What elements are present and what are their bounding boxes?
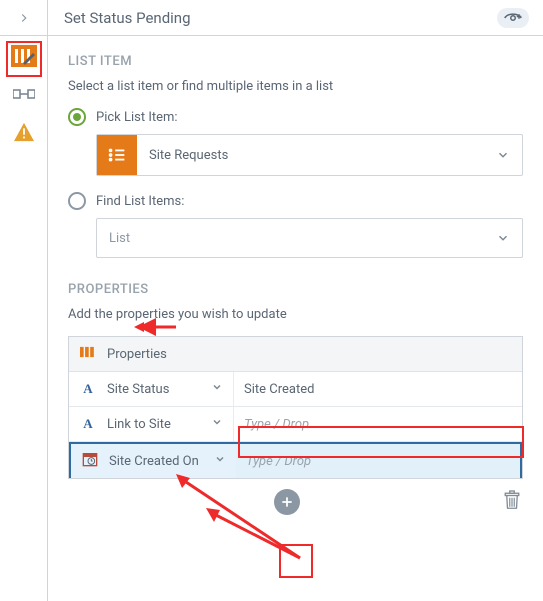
property-placeholder: Type / Drop (244, 417, 512, 432)
property-name-select[interactable]: Site Created On (71, 444, 236, 478)
property-name: Link to Site (107, 417, 201, 432)
list-select-placeholder: List (109, 231, 484, 246)
property-value: Site Created (244, 382, 512, 397)
delete-property-button[interactable] (503, 490, 521, 514)
property-row: Site Created On Type / Drop (69, 442, 522, 478)
rail-item-warning[interactable] (2, 114, 46, 150)
section-desc-listitem: Select a list item or find multiple item… (68, 79, 523, 94)
chevron-down-icon (201, 381, 233, 397)
section-heading-listitem: LIST ITEM (68, 54, 523, 69)
property-name: Site Status (107, 382, 201, 397)
left-rail (0, 0, 48, 601)
properties-table: Properties A Site Status Site Created A (68, 336, 523, 479)
property-name-select[interactable]: A Link to Site (69, 407, 234, 441)
radio-find-label: Find List Items: (96, 194, 184, 209)
columns-icon (13, 85, 35, 103)
property-row: A Site Status Site Created (69, 372, 522, 407)
chevron-down-icon (204, 453, 236, 469)
chevron-down-icon (484, 231, 522, 245)
radio-pick-label: Pick List Item: (96, 110, 178, 125)
chevron-down-icon (201, 416, 233, 432)
panel-title: Set Status Pending (64, 9, 191, 27)
rail-item-actions[interactable] (2, 76, 46, 112)
panel-header: Set Status Pending (48, 0, 543, 36)
property-actions (68, 479, 523, 515)
section-desc-properties: Add the properties you wish to update (68, 307, 523, 322)
list-icon (97, 135, 137, 175)
content-area: Set Status Pending LIST ITEM Select a li… (48, 0, 543, 601)
chevron-down-icon (484, 148, 522, 162)
plus-icon (280, 495, 294, 509)
radio-find[interactable] (68, 192, 86, 210)
property-name: Site Created On (109, 454, 204, 469)
text-field-icon: A (77, 381, 99, 397)
trash-icon (503, 490, 521, 510)
radio-find-row[interactable]: Find List Items: (68, 192, 523, 210)
section-heading-properties: PROPERTIES (68, 282, 149, 297)
properties-header-label: Properties (107, 347, 167, 362)
property-value-input[interactable]: Type / Drop (236, 444, 520, 478)
radio-pick-row[interactable]: Pick List Item: (68, 108, 523, 126)
property-placeholder: Type / Drop (246, 454, 510, 469)
rail-item-orange[interactable] (2, 38, 46, 74)
warning-icon (13, 122, 35, 142)
text-field-icon: A (77, 416, 99, 432)
properties-header-icon (77, 345, 99, 363)
properties-table-header: Properties (69, 337, 522, 372)
chevron-right-icon (17, 11, 31, 25)
add-property-button[interactable] (274, 489, 300, 515)
watch-toggle[interactable] (497, 8, 529, 28)
property-value-input[interactable]: Type / Drop (234, 407, 522, 441)
property-name-select[interactable]: A Site Status (69, 372, 234, 406)
property-row: A Link to Site Type / Drop (69, 407, 522, 442)
list-edit-icon (11, 45, 37, 67)
list-select[interactable]: List (96, 218, 523, 258)
collapse-toggle[interactable] (0, 0, 47, 36)
list-item-chooser[interactable]: Site Requests (96, 134, 523, 176)
form-pane: LIST ITEM Select a list item or find mul… (48, 36, 543, 515)
property-value-input[interactable]: Site Created (234, 372, 522, 406)
radio-pick[interactable] (68, 108, 86, 126)
list-item-value: Site Requests (137, 148, 484, 163)
eye-plus-icon (504, 12, 522, 24)
date-field-icon (79, 451, 101, 471)
